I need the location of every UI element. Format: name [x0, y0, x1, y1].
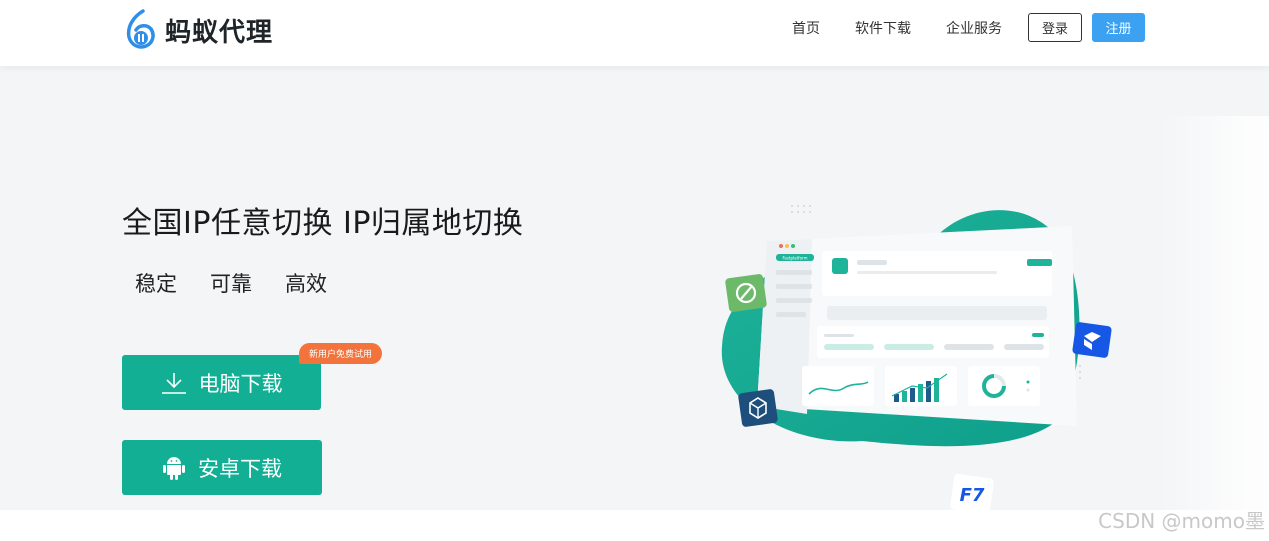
- feature-reliable: 可靠: [210, 272, 252, 296]
- brand-name: 蚂蚁代理: [165, 17, 274, 48]
- cube-app-icon: [738, 389, 778, 427]
- nav-item-software-download[interactable]: 软件下载: [855, 18, 911, 38]
- svg-text:F7: F7: [960, 485, 985, 506]
- android-download-button[interactable]: 安卓下载: [122, 440, 322, 495]
- nav-item-home[interactable]: 首页: [792, 18, 820, 38]
- hero-section: 全国IP任意切换 IP归属地切换 稳定 可靠 高效 电脑下载 新用户免费试用 安…: [0, 66, 1269, 510]
- panel-tag-text: Fastplatform: [782, 256, 807, 261]
- leaf-app-icon: [725, 274, 767, 312]
- nav-item-enterprise-service[interactable]: 企业服务: [946, 18, 1002, 38]
- box-app-icon: [1072, 322, 1112, 358]
- register-button[interactable]: 注册: [1092, 13, 1145, 42]
- android-download-label: 安卓下载: [198, 456, 282, 481]
- pc-download-label: 电脑下载: [198, 371, 283, 396]
- f7-app-icon: F7: [950, 473, 994, 510]
- brand-logo[interactable]: 蚂蚁代理: [123, 9, 273, 51]
- dashboard-panel: Fastplatform: [757, 226, 1077, 426]
- main-nav: 首页 软件下载 企业服务: [792, 13, 1037, 42]
- android-icon: [163, 456, 185, 480]
- feature-stable: 稳定: [135, 272, 177, 296]
- hero-background-decoration: [1159, 116, 1269, 510]
- top-header: 蚂蚁代理 首页 软件下载 企业服务 登录 注册: [0, 0, 1269, 66]
- ant-logo-icon: [126, 9, 155, 49]
- download-icon: [161, 372, 186, 394]
- login-button[interactable]: 登录: [1028, 13, 1082, 42]
- feature-efficient: 高效: [285, 272, 327, 296]
- hero-title: 全国IP任意切换 IP归属地切换: [122, 206, 524, 241]
- new-user-promo-badge: 新用户免费试用: [299, 343, 383, 364]
- section-divider: [0, 510, 1269, 541]
- csdn-watermark: CSDN @momo墨: [1098, 509, 1265, 533]
- hero-illustration: Fastplatform F7: [721, 205, 1112, 510]
- hero-features: 稳定 可靠 高效: [135, 268, 360, 298]
- pc-download-button[interactable]: 电脑下载: [122, 355, 321, 410]
